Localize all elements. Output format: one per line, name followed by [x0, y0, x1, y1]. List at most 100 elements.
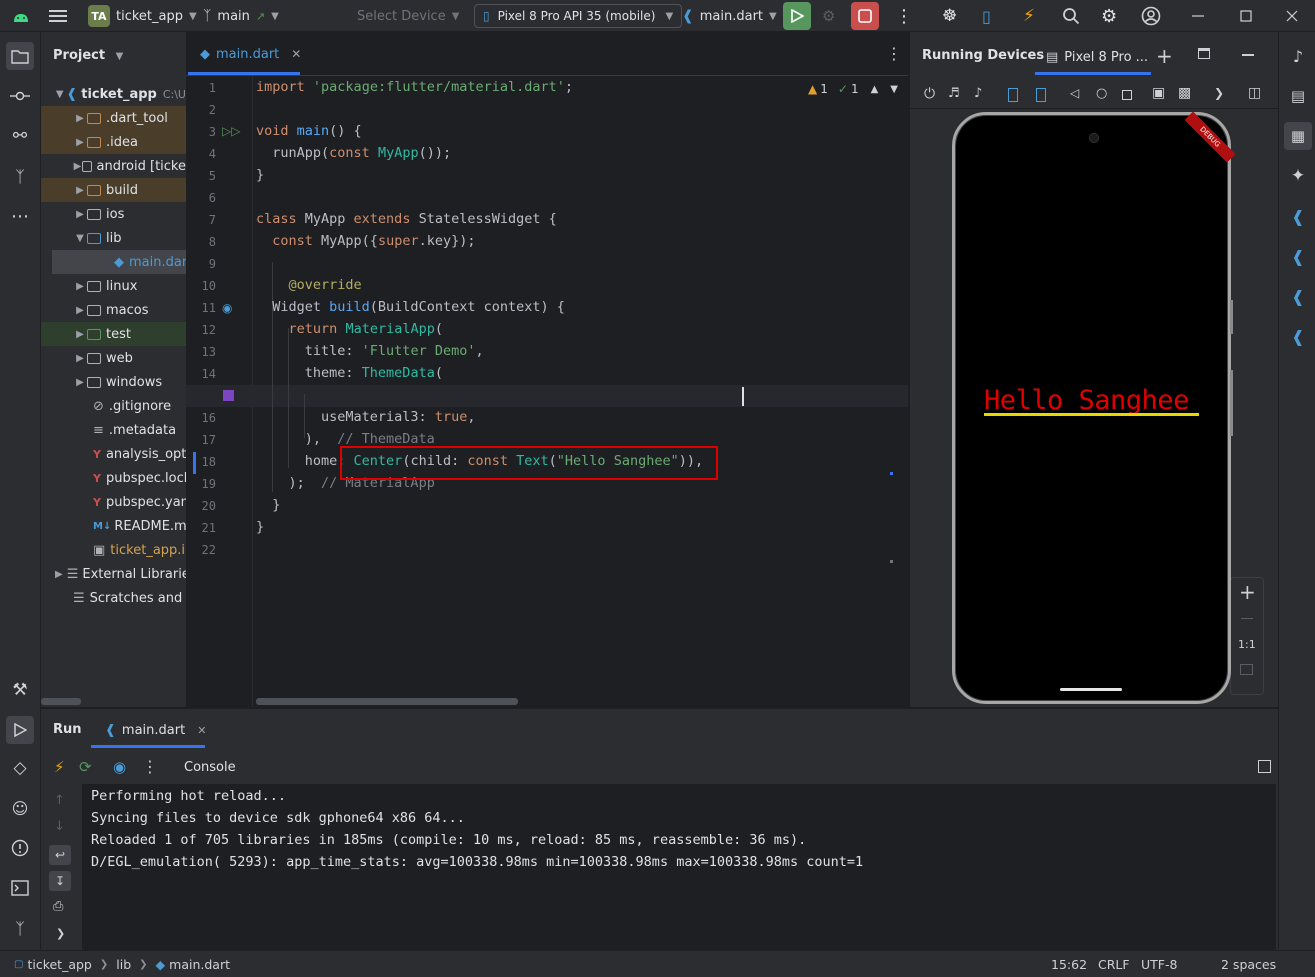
overview-icon[interactable] [1122, 90, 1132, 100]
gemini-diamond-icon[interactable]: ◇ [6, 754, 34, 782]
tree-item-readme[interactable]: M↓README.md [41, 514, 186, 538]
flutter-devtools-icon[interactable]: ❰ [1284, 322, 1312, 350]
run-button[interactable] [783, 2, 811, 30]
tree-item-external-libraries[interactable]: ▶ ☰ External Libraries [41, 562, 186, 586]
search-icon[interactable] [1062, 0, 1080, 32]
zoom-reset-button[interactable]: 1:1 [1238, 638, 1256, 651]
device-explorer-icon[interactable]: ▤ [1284, 82, 1312, 110]
code-line[interactable]: import 'package:flutter/material.dart'; [256, 79, 573, 95]
volume-side-button[interactable] [1230, 370, 1233, 436]
soft-wrap-icon[interactable]: ↩ [49, 845, 71, 865]
code-line[interactable]: title: 'Flutter Demo', [256, 343, 484, 359]
flutter-outline-icon[interactable]: ❰ [1284, 242, 1312, 270]
select-device-button[interactable]: Select Device ▼ [357, 0, 459, 32]
breadcrumb-folder[interactable]: lib [116, 957, 131, 972]
horizontal-scrollbar[interactable] [256, 698, 518, 705]
device-manager-icon[interactable]: ▯ [982, 0, 991, 32]
breadcrumb-project[interactable]: ticket_app [27, 957, 91, 972]
tree-item-test[interactable]: ▶ test [41, 322, 186, 346]
tree-item-ios[interactable]: ▶ ios [41, 202, 186, 226]
project-switcher[interactable]: TA ticket_app ▼ [88, 0, 197, 32]
hot-reload-icon[interactable]: ⚡ [54, 758, 65, 776]
tree-item-build[interactable]: ▶ build [41, 178, 186, 202]
code-line[interactable]: theme: ThemeData( [256, 365, 443, 381]
build-hammer-icon[interactable]: ⚒ [6, 676, 34, 704]
color-swatch-icon[interactable] [223, 390, 234, 401]
scroll-up-icon[interactable]: ↑ [54, 793, 65, 808]
code-line[interactable]: useMaterial3: true, [256, 409, 475, 425]
settings-gear-icon[interactable]: ⚙ [1101, 0, 1117, 32]
zoom-fit-icon[interactable] [1240, 664, 1253, 675]
code-line[interactable]: } [256, 497, 280, 513]
rotate-left-icon[interactable] [1008, 88, 1018, 102]
rotate-right-icon[interactable] [1036, 88, 1046, 102]
chevron-down-icon[interactable]: ▼ [890, 84, 898, 95]
horizontal-scrollbar[interactable] [41, 698, 81, 705]
home-icon[interactable]: ○ [1096, 86, 1107, 101]
hot-reload-icon[interactable]: ⚡ [1023, 0, 1035, 32]
tree-item-iml[interactable]: ▣ticket_app.iml [41, 538, 186, 562]
code-line[interactable]: class MyApp extends StatelessWidget { [256, 211, 557, 227]
code-line[interactable]: return MaterialApp( [256, 321, 443, 337]
gesture-nav-bar[interactable] [1060, 688, 1122, 691]
code-line[interactable]: ), // ThemeData [256, 431, 435, 447]
console-tab[interactable]: Console [184, 760, 236, 775]
tree-item-metadata[interactable]: ≡ .metadata [41, 418, 186, 442]
minimize-panel-icon[interactable] [1242, 54, 1254, 56]
chevron-right-icon[interactable]: ❯ [1214, 86, 1224, 100]
code-line[interactable]: void main() { [256, 123, 362, 139]
layout-toggle-icon[interactable] [1258, 760, 1271, 773]
branch-switcher[interactable]: ᛉ main ↗ ▼ [203, 0, 279, 32]
open-devtools-icon[interactable]: ◉ [113, 758, 126, 776]
project-folder-icon[interactable] [6, 42, 34, 70]
flutter-performance-icon[interactable]: ❰ [1284, 282, 1312, 310]
tree-item-android[interactable]: ▶ android [ticke [41, 154, 186, 178]
more-actions-icon[interactable]: ⋮ [895, 0, 913, 32]
add-device-icon[interactable]: + [1156, 44, 1173, 68]
more-actions-icon[interactable]: ⋮ [142, 757, 158, 776]
close-icon[interactable]: ✕ [197, 724, 206, 737]
zoom-in-icon[interactable]: + [1239, 580, 1256, 604]
code-line[interactable]: runApp(const MyApp()); [256, 145, 451, 161]
debug-icon[interactable]: ⚙ [822, 0, 835, 32]
tree-root[interactable]: ▼ ❰ ticket_app C:\U [41, 82, 186, 106]
file-encoding[interactable]: UTF-8 [1141, 951, 1177, 977]
code-line[interactable]: const MyApp({super.key}); [256, 233, 475, 249]
hot-restart-icon[interactable]: ⟳ [79, 758, 92, 776]
editor-tab-main-dart[interactable]: ◆ main.dart ✕ [186, 32, 301, 76]
code-line[interactable]: @override [256, 277, 362, 293]
account-icon[interactable] [1141, 0, 1161, 32]
code-line[interactable]: } [256, 519, 264, 535]
tree-item-scratches[interactable]: ☰Scratches and Co [41, 586, 186, 610]
gemini-sparkle-icon[interactable]: ✦ [1284, 162, 1312, 190]
power-side-button[interactable] [1230, 300, 1233, 334]
stop-button[interactable] [851, 2, 879, 30]
console-output[interactable]: Performing hot reload... Syncing files t… [82, 784, 1276, 950]
code-line[interactable]: Widget build(BuildContext context) { [256, 299, 565, 315]
tree-item-linux[interactable]: ▶ linux [41, 274, 186, 298]
more-actions-icon[interactable]: ⋮ [886, 44, 902, 63]
tree-item-web[interactable]: ▶ web [41, 346, 186, 370]
close-icon[interactable]: ✕ [291, 47, 301, 61]
structure-icon[interactable]: ⚯ [6, 122, 34, 150]
device-selector[interactable]: ▯ Pixel 8 Pro API 35 (mobile) ▼ [474, 4, 683, 28]
tree-item-analysis-options[interactable]: Yanalysis_optio [41, 442, 186, 466]
flutter-inspector-icon[interactable]: ❰ [1284, 202, 1312, 230]
run-tab-main-dart[interactable]: ❰ main.dart ✕ [105, 715, 206, 745]
device-tab[interactable]: ▤ Pixel 8 Pro ... [1046, 42, 1148, 72]
terminal-icon[interactable] [6, 874, 34, 902]
screenshot-camera-icon[interactable]: ▣ [1152, 85, 1165, 101]
caret-position[interactable]: 15:62 [1051, 951, 1087, 977]
volume-up-icon[interactable]: ♬ [948, 86, 960, 101]
code-line[interactable]: } [256, 167, 264, 183]
tree-item-pubspec-lock[interactable]: Ypubspec.lock [41, 466, 186, 490]
tree-item-main-dart[interactable]: ◆ main.dart [52, 250, 186, 274]
breadcrumb-file[interactable]: main.dart [169, 957, 230, 972]
minimize-icon[interactable] [1192, 0, 1204, 32]
mirror-settings-icon[interactable]: ◫ [1248, 85, 1261, 101]
window-layout-icon[interactable] [1198, 48, 1210, 59]
version-control-icon[interactable]: ᛉ [6, 914, 34, 942]
logcat-icon[interactable]: ☺ [6, 794, 34, 822]
tree-item-idea[interactable]: ▶ .idea [41, 130, 186, 154]
tree-item-macos[interactable]: ▶ macos [41, 298, 186, 322]
